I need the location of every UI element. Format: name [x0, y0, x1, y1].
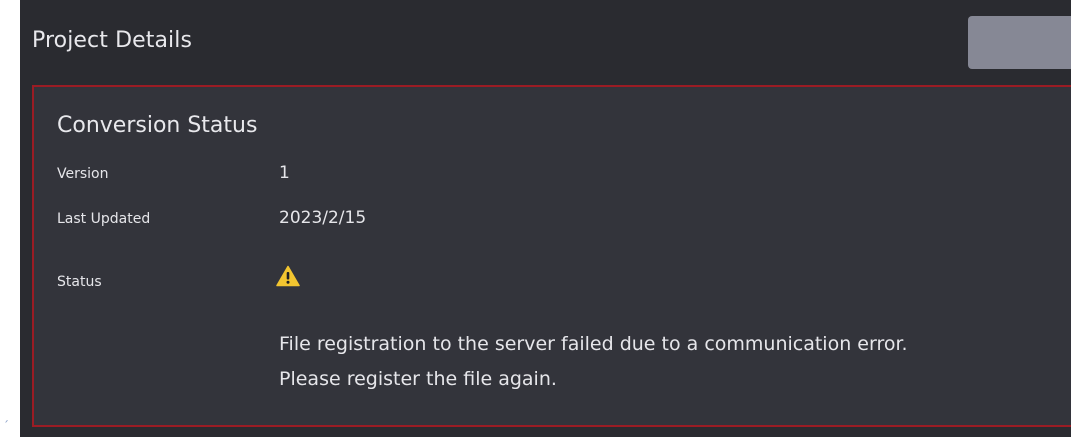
status-message-line-1: File registration to the server failed d…: [279, 333, 908, 355]
version-label: Version: [57, 166, 109, 182]
panel-header: Project Details: [20, 0, 1071, 82]
status-label: Status: [57, 274, 102, 290]
header-action-button[interactable]: [968, 16, 1071, 69]
project-details-panel: Project Details Conversion Status Versio…: [20, 0, 1071, 437]
panel-title: Project Details: [32, 28, 193, 53]
version-value: 1: [279, 163, 290, 183]
card-title: Conversion Status: [57, 113, 258, 138]
status-message-line-2: Please register the file again.: [279, 368, 557, 390]
conversion-status-card: Conversion Status Version 1 Last Updated…: [32, 85, 1071, 427]
last-updated-label: Last Updated: [57, 211, 151, 227]
stray-mark: ´: [3, 419, 9, 433]
warning-triangle-icon: [276, 265, 300, 287]
last-updated-value: 2023/2/15: [279, 208, 367, 228]
